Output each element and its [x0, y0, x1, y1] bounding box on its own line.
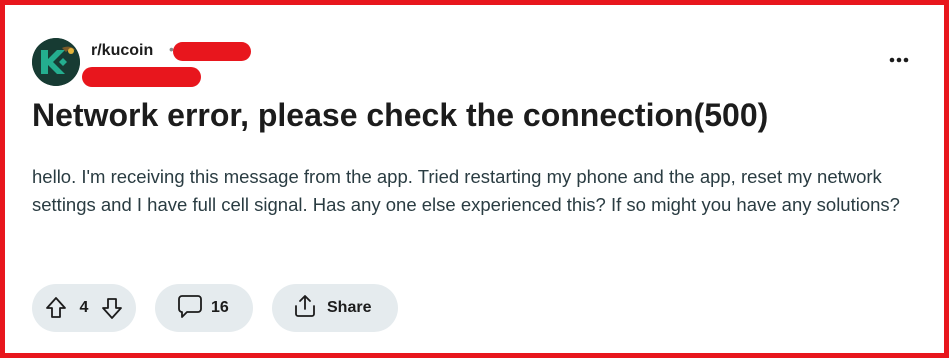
- more-options-icon[interactable]: [885, 50, 913, 70]
- vote-control: 4: [32, 284, 136, 332]
- upvote-arrow-icon[interactable]: [41, 293, 71, 323]
- share-label: Share: [327, 299, 372, 316]
- post-card-frame: r/kucoin • Network error, please check t…: [0, 0, 949, 358]
- comment-count: 16: [211, 299, 229, 316]
- post-body: hello. I'm receiving this message from t…: [32, 166, 900, 215]
- kucoin-logo-icon[interactable]: [32, 38, 80, 86]
- share-icon: [292, 293, 318, 324]
- comment-bubble-icon: [177, 293, 203, 324]
- comments-button[interactable]: 16: [155, 284, 253, 332]
- subreddit-link[interactable]: r/kucoin: [91, 42, 153, 60]
- share-button[interactable]: Share: [272, 284, 398, 332]
- post-action-bar: 4 16 Share: [32, 284, 398, 332]
- post-title[interactable]: Network error, please check the connecti…: [32, 93, 932, 137]
- redacted-time-block: [173, 42, 251, 61]
- vote-count: 4: [79, 299, 89, 316]
- post-header: r/kucoin •: [32, 38, 912, 88]
- redacted-username-block: [82, 67, 201, 87]
- downvote-arrow-icon[interactable]: [97, 293, 127, 323]
